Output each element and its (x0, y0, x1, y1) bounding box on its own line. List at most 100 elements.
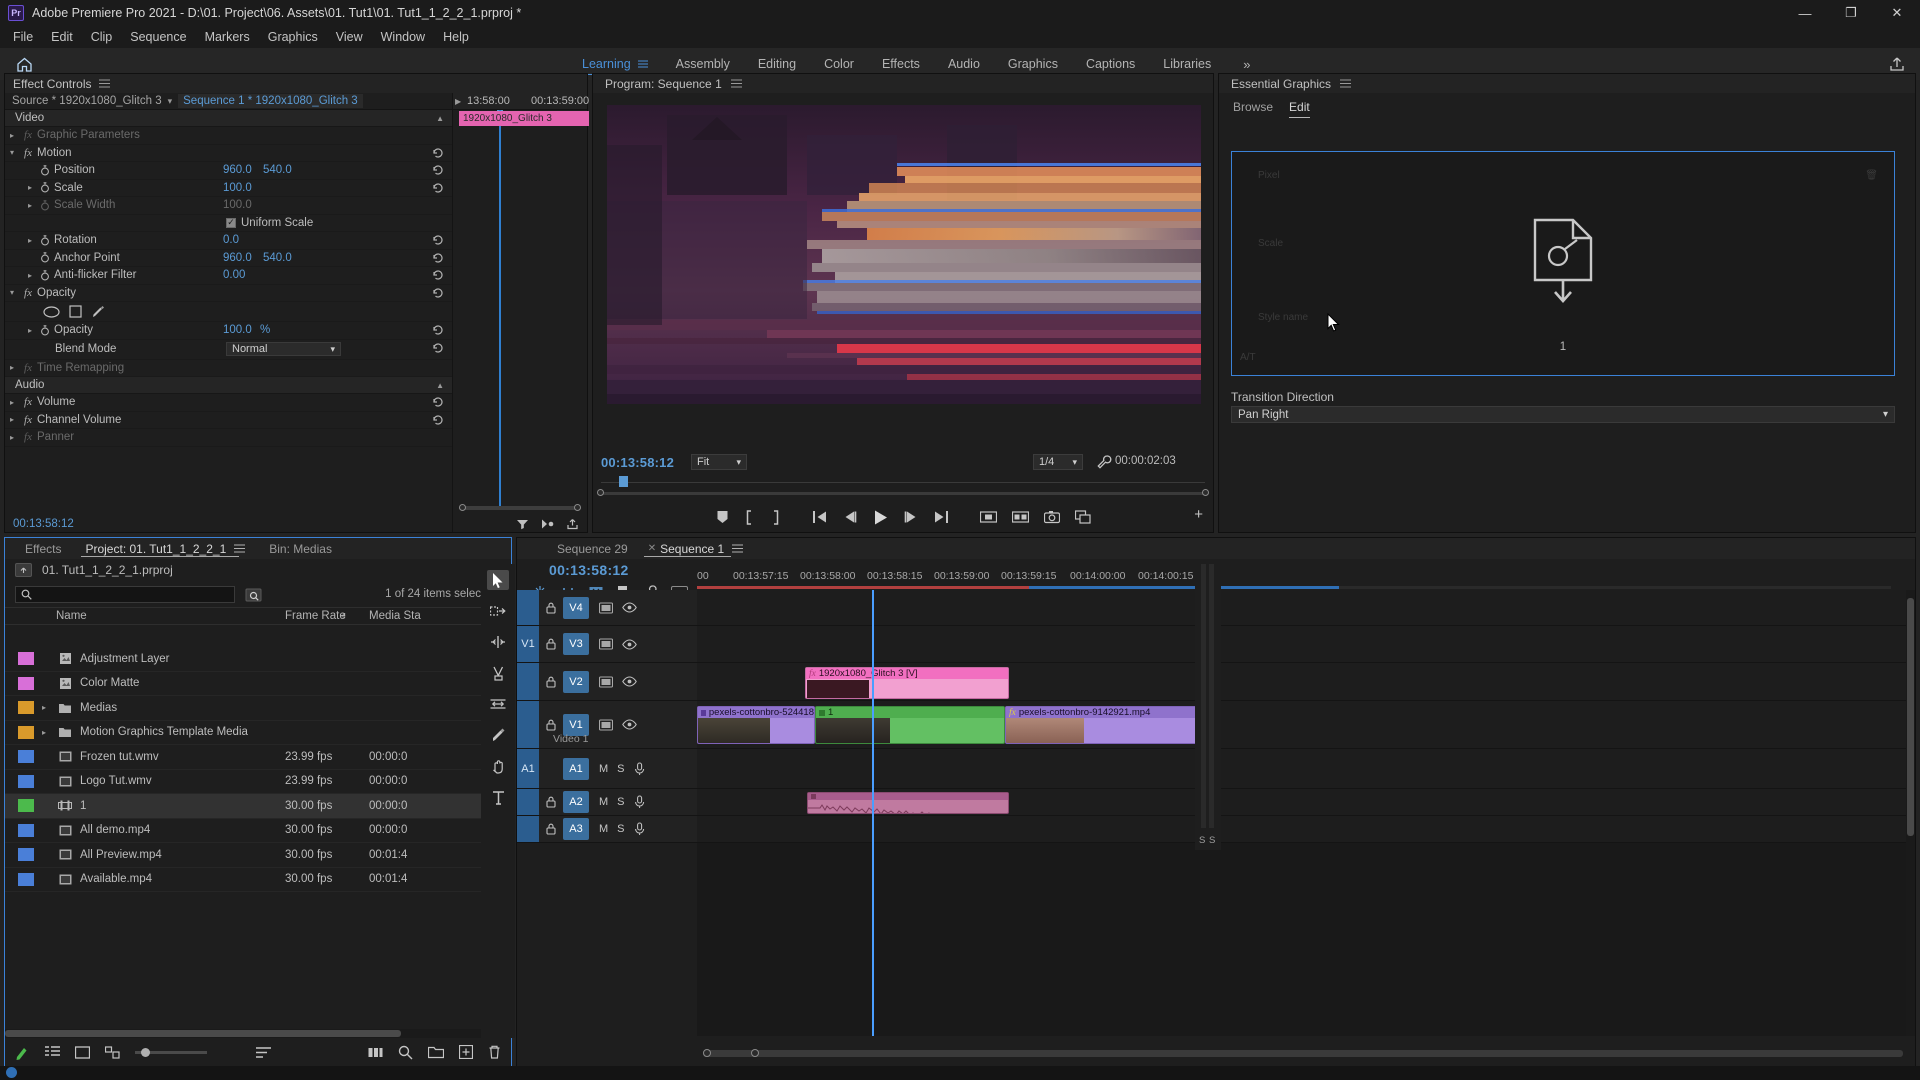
lock-icon[interactable] (539, 602, 563, 614)
ripple-edit-tool[interactable] (487, 632, 509, 652)
icon-view-icon[interactable] (75, 1045, 90, 1059)
tab-learning-menu-icon[interactable] (637, 60, 648, 68)
project-horizontal-scrollbar[interactable] (5, 1029, 502, 1038)
menu-clip[interactable]: Clip (82, 28, 122, 46)
go-to-in-button[interactable] (812, 510, 828, 524)
eye-icon[interactable] (622, 602, 637, 613)
audio-section-header[interactable]: Audio ▲ (5, 377, 452, 394)
track-lane-v3[interactable] (697, 626, 1915, 663)
lock-icon[interactable] (539, 638, 563, 650)
pen-tool[interactable] (487, 725, 509, 745)
tab-sequence-1[interactable]: ✕ Sequence 1 (638, 538, 753, 559)
lift-button[interactable] (979, 510, 997, 524)
taskbar-app-icon[interactable] (6, 1067, 17, 1078)
menu-sequence[interactable]: Sequence (121, 28, 195, 46)
stopwatch-icon[interactable] (37, 182, 52, 193)
lock-icon[interactable] (539, 719, 563, 731)
add-marker-button[interactable] (716, 510, 729, 524)
solo-track-button[interactable]: S (617, 823, 624, 835)
button-editor-button[interactable]: + (1194, 506, 1203, 523)
effect-row-scale[interactable]: ▸ Scale 100.0 (5, 180, 452, 197)
mute-track-button[interactable]: M (599, 823, 608, 835)
effect-controls-clip-bar[interactable]: 1920x1080_Glitch 3 (459, 111, 589, 126)
effect-row-anti-flicker-filter[interactable]: ▸ Anti-flicker Filter 0.00 (5, 267, 452, 285)
zoom-slider[interactable] (135, 1047, 207, 1057)
track-badge-a1[interactable]: A1 (563, 757, 589, 780)
expand-arrow-icon[interactable]: ▸ (5, 363, 19, 372)
toggle-track-output-icon[interactable] (599, 638, 613, 650)
timeline-work-area-bar[interactable] (697, 586, 1891, 589)
menu-graphics[interactable]: Graphics (259, 28, 327, 46)
effect-row-opacity[interactable]: ▸ Opacity 100.0 % (5, 322, 452, 340)
new-bin-icon[interactable] (428, 1046, 444, 1059)
effect-controls-zoom-bar[interactable] (459, 504, 581, 512)
list-item[interactable]: Logo Tut.wmv 23.99 fps 00:00:0 (5, 770, 511, 794)
track-select-forward-tool[interactable] (487, 601, 509, 621)
collapse-arrow-icon[interactable]: ▾ (5, 148, 19, 157)
new-item-icon[interactable] (15, 1045, 30, 1060)
item-expand-arrow[interactable]: ▸ (34, 728, 54, 737)
list-item[interactable]: Available.mp4 30.00 fps 00:01:4 (5, 868, 511, 892)
menu-file[interactable]: File (4, 28, 42, 46)
reset-icon[interactable] (432, 129, 444, 141)
list-view-icon[interactable] (45, 1045, 60, 1059)
media-dropzone-icon[interactable] (1527, 218, 1599, 310)
keyframe-nav-icon[interactable] (541, 518, 554, 530)
filter-icon[interactable] (516, 518, 529, 530)
list-item[interactable]: ▸ Medias (5, 696, 511, 721)
track-badge-v4[interactable]: V4 (563, 596, 589, 619)
timeline-clip-canvas[interactable]: fx 1920x1080_Glitch 3 [V] pexels-cottonb… (697, 590, 1915, 1036)
tab-browse[interactable]: Browse (1233, 100, 1273, 118)
razor-tool[interactable] (487, 663, 509, 683)
workspace-overflow-button[interactable]: » (1243, 57, 1250, 72)
uniform-scale-checkbox[interactable]: ✓ (226, 217, 236, 228)
track-header-v4[interactable]: V4 (517, 590, 697, 626)
effect-controls-ruler[interactable]: ▶ 13:58:00 00:13:59:00 (453, 93, 589, 110)
list-item[interactable]: Adjustment Layer (5, 647, 511, 672)
tab-sequence-29[interactable]: Sequence 29 (547, 538, 638, 559)
timeline-clip-audio[interactable] (807, 792, 1009, 814)
lock-icon[interactable] (539, 676, 563, 688)
track-sync-lock-a1[interactable]: A1 (517, 749, 539, 788)
anti-flicker-value[interactable]: 0.00 (223, 269, 245, 281)
timeline-menu-icon[interactable] (732, 544, 744, 553)
mute-track-button[interactable]: M (599, 796, 608, 808)
effect-controls-playhead[interactable] (499, 110, 501, 506)
menu-markers[interactable]: Markers (196, 28, 259, 46)
lock-icon[interactable] (539, 796, 563, 808)
reset-icon[interactable] (432, 252, 444, 264)
timeline-clip-pexels-524418[interactable]: pexels-cottonbro-524418 (697, 706, 815, 744)
effect-controls-timecode[interactable]: 00:13:58:12 (5, 515, 452, 532)
track-header-a1[interactable]: A1 A1 M S (517, 749, 697, 789)
export-frame-button[interactable] (1043, 510, 1060, 524)
track-badge-a2[interactable]: A2 (563, 791, 589, 813)
video-collapse-icon[interactable]: ▲ (436, 114, 444, 123)
type-tool[interactable] (487, 787, 509, 807)
scrollbar-thumb[interactable] (1907, 598, 1914, 836)
list-item[interactable]: Color Matte (5, 672, 511, 696)
program-monitor-fit-select[interactable]: Fit ▾ (691, 454, 747, 470)
expand-arrow-icon[interactable]: ▸ (23, 271, 37, 280)
find-icon[interactable] (245, 587, 262, 602)
effect-row-opacity-group[interactable]: ▾ fx Opacity (5, 285, 452, 302)
anchor-x-value[interactable]: 960.0 (223, 252, 252, 264)
expand-arrow-icon[interactable]: ▸ (5, 415, 19, 424)
step-back-button[interactable] (843, 510, 857, 524)
list-item[interactable]: ▸ Motion Graphics Template Media (5, 721, 511, 745)
column-name[interactable]: Name (56, 610, 87, 622)
track-lane-v4[interactable] (697, 590, 1915, 626)
list-item[interactable]: Frozen tut.wmv 23.99 fps 00:00:0 (5, 745, 511, 770)
play-stop-button[interactable] (872, 509, 889, 526)
item-expand-arrow[interactable]: ▸ (34, 703, 54, 712)
track-header-v2[interactable]: V2 (517, 663, 697, 701)
menu-view[interactable]: View (327, 28, 372, 46)
list-item[interactable]: All demo.mp4 30.00 fps 00:00:0 (5, 819, 511, 843)
reset-icon[interactable] (432, 324, 444, 336)
expand-arrow-icon[interactable]: ▸ (23, 326, 37, 335)
zoom-knob-right[interactable] (574, 504, 581, 511)
reset-icon[interactable] (432, 414, 444, 426)
mic-icon[interactable] (634, 761, 645, 776)
stopwatch-icon[interactable] (37, 235, 52, 246)
audio-collapse-icon[interactable]: ▲ (436, 381, 444, 390)
essential-graphics-menu-icon[interactable] (1340, 79, 1352, 88)
